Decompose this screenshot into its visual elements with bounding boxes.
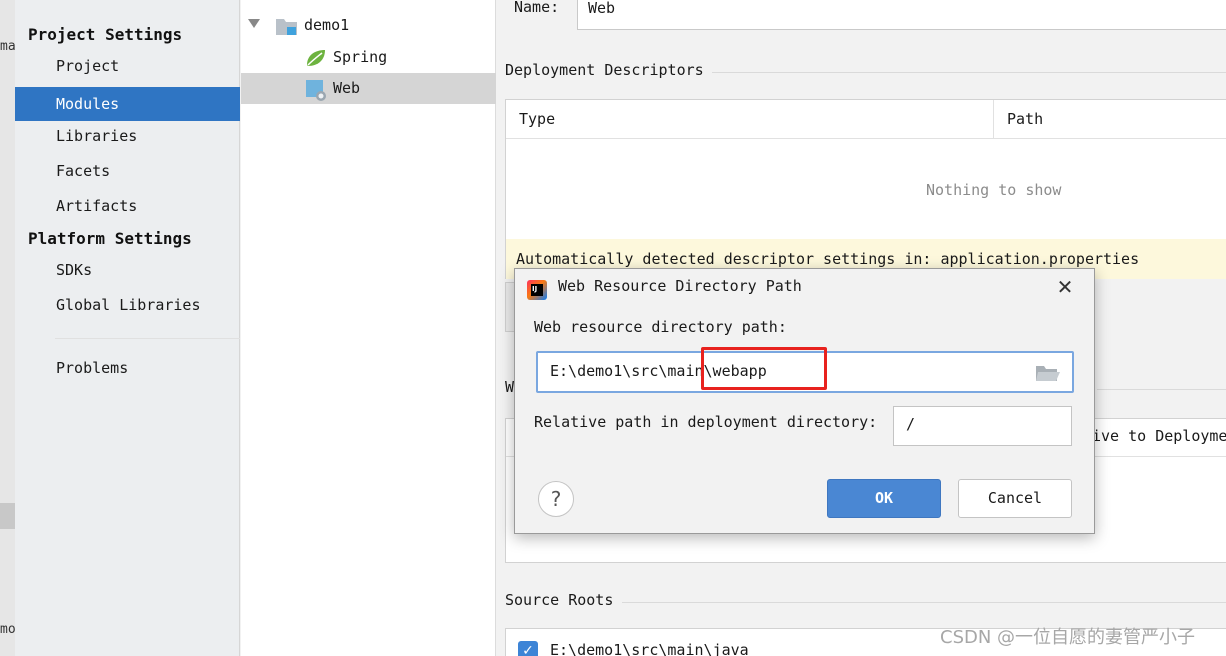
nav-item-problems[interactable]: Problems	[15, 351, 240, 385]
close-icon[interactable]: ✕	[1053, 275, 1077, 299]
edge-text-bottom: mo	[0, 622, 15, 637]
name-label: Name:	[514, 0, 560, 16]
source-roots-title: Source Roots	[505, 591, 614, 609]
empty-table-text: Nothing to show	[926, 181, 1062, 199]
nav-item-artifacts[interactable]: Artifacts	[15, 189, 240, 223]
help-button[interactable]: ?	[538, 481, 574, 517]
deployment-descriptors-table[interactable]: Type Path Nothing to show Automatically …	[505, 99, 1226, 279]
tree-row-demo1[interactable]: demo1	[241, 10, 496, 41]
web-facet-icon	[306, 80, 326, 101]
spring-leaf-icon	[307, 50, 325, 66]
section-divider	[1097, 389, 1226, 390]
tree-label-demo1: demo1	[304, 16, 350, 34]
nav-item-sdks[interactable]: SDKs	[15, 253, 240, 287]
expand-arrow-icon[interactable]	[248, 19, 260, 29]
nav-item-global-libraries[interactable]: Global Libraries	[15, 288, 240, 322]
edge-text-top: ma	[0, 39, 15, 54]
folder-icon[interactable]	[1035, 362, 1061, 384]
web-resource-section-title-partial: W	[505, 378, 515, 396]
source-root-checkbox[interactable]: ✓	[518, 641, 538, 656]
tree-row-web[interactable]: Web	[241, 73, 496, 104]
module-tree: demo1 Spring Web	[241, 0, 496, 656]
background-window-edge: ma mo	[0, 0, 15, 656]
nav-item-libraries[interactable]: Libraries	[15, 119, 240, 153]
nav-item-modules[interactable]: Modules	[15, 87, 240, 121]
relative-path-value: /	[906, 415, 916, 433]
name-field[interactable]: Web	[577, 0, 1226, 30]
ok-button[interactable]: OK	[827, 479, 941, 518]
directory-path-label: Web resource directory path:	[534, 318, 787, 336]
relative-path-label: Relative path in deployment directory:	[534, 413, 878, 431]
intellij-logo-icon: IJ	[527, 280, 547, 300]
dialog-title: Web Resource Directory Path	[558, 277, 802, 295]
tree-label-spring: Spring	[333, 48, 388, 66]
column-header-path[interactable]: Path	[993, 100, 1226, 139]
edge-selection	[0, 503, 15, 529]
annotation-highlight-box	[701, 347, 827, 390]
web-resource-directory-dialog: IJ Web Resource Directory Path ✕ Web res…	[514, 268, 1095, 534]
deployment-descriptors-title: Deployment Descriptors	[505, 61, 704, 79]
logo-letters: IJ	[531, 284, 543, 296]
section-divider	[712, 72, 1226, 73]
source-root-path: E:\demo1\src\main\java	[550, 641, 749, 656]
tree-row-spring[interactable]: Spring	[241, 42, 496, 73]
nav-item-project[interactable]: Project	[15, 49, 240, 83]
watermark: CSDN @一位自愿的妻管严小子	[940, 627, 1196, 648]
column-header-type[interactable]: Type	[506, 100, 993, 139]
platform-settings-header: Platform Settings	[28, 229, 192, 248]
section-divider	[622, 602, 1226, 603]
cancel-button[interactable]: Cancel	[958, 479, 1072, 518]
tree-label-web: Web	[333, 79, 361, 97]
module-folder-icon	[276, 19, 297, 35]
relative-path-input[interactable]: /	[893, 406, 1072, 446]
nav-divider	[55, 338, 240, 339]
settings-navigation: Project Settings Project Modules Librari…	[15, 0, 240, 656]
name-value: Web	[588, 0, 616, 17]
nav-item-facets[interactable]: Facets	[15, 154, 240, 188]
column-header-relative-path-partial[interactable]: ive to Deployme	[1092, 427, 1226, 445]
project-settings-header: Project Settings	[28, 25, 183, 44]
